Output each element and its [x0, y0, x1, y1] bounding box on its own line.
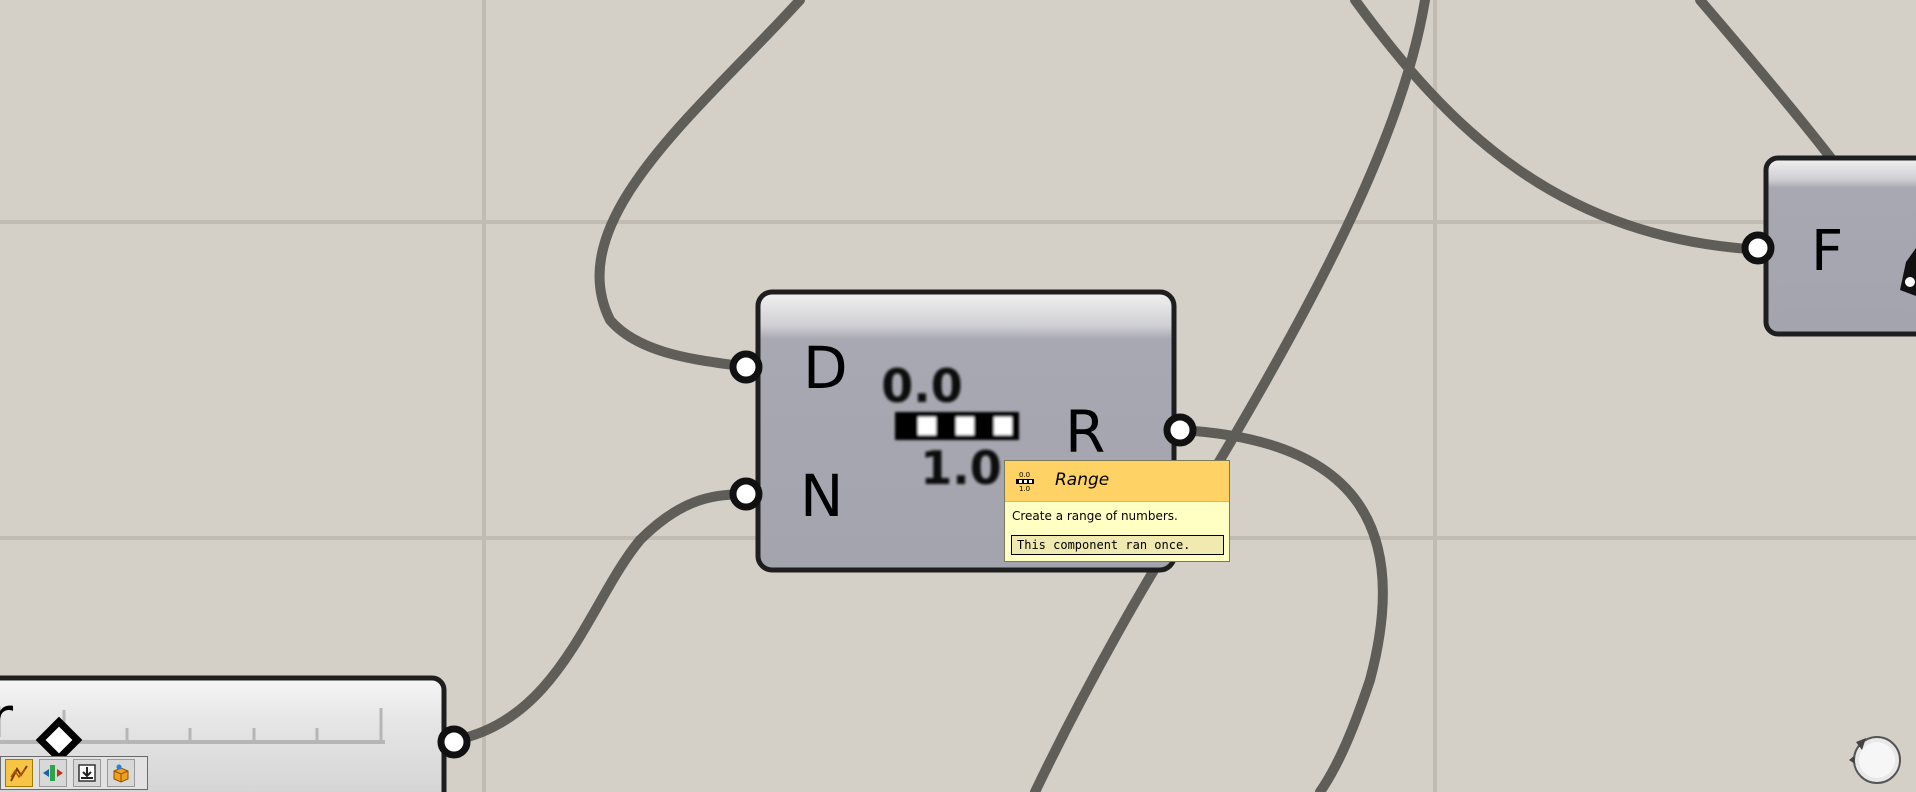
range-icon: 0.0 1.0	[1016, 471, 1034, 492]
input-label-d: D	[803, 334, 848, 402]
input-label-f: F	[1811, 219, 1843, 284]
canvas-toolbar	[0, 756, 148, 790]
tooltip-description: Create a range of numbers.	[1012, 509, 1178, 523]
input-grip-d[interactable]	[729, 350, 763, 384]
output-grip-r[interactable]	[1163, 413, 1197, 447]
component-tooltip: 0.0 1.0 Range Create a range of numbers.…	[1004, 460, 1230, 562]
output-grip-slider[interactable]	[437, 725, 471, 759]
bake-icon[interactable]	[73, 759, 101, 787]
svg-text:1.0: 1.0	[1019, 485, 1030, 492]
svg-text:1.0: 1.0	[920, 441, 1002, 495]
svg-text:0.0: 0.0	[1019, 471, 1030, 479]
input-grip-n[interactable]	[729, 477, 763, 511]
component-right-partial[interactable]: F	[1741, 155, 1916, 337]
svg-text:0.0: 0.0	[881, 359, 963, 413]
tooltip-title: Range	[1055, 470, 1110, 490]
gear-badge-icon[interactable]	[1846, 730, 1904, 788]
input-grip-f[interactable]	[1741, 231, 1775, 265]
preview-icon[interactable]	[5, 759, 33, 787]
output-label-r: R	[1065, 398, 1105, 466]
wire-slider-to-range-n[interactable]	[450, 489, 747, 745]
input-label-n: N	[800, 462, 843, 530]
tooltip-status: This component ran once.	[1011, 535, 1224, 555]
wire-top-right[interactable]	[1695, 0, 1845, 175]
box-icon[interactable]	[107, 759, 135, 787]
flip-arrows-icon[interactable]	[39, 759, 67, 787]
grasshopper-canvas[interactable]: F D N R 0.0 1.0 r	[0, 0, 1916, 792]
tooltip-header: 0.0 1.0 Range	[1005, 461, 1229, 502]
